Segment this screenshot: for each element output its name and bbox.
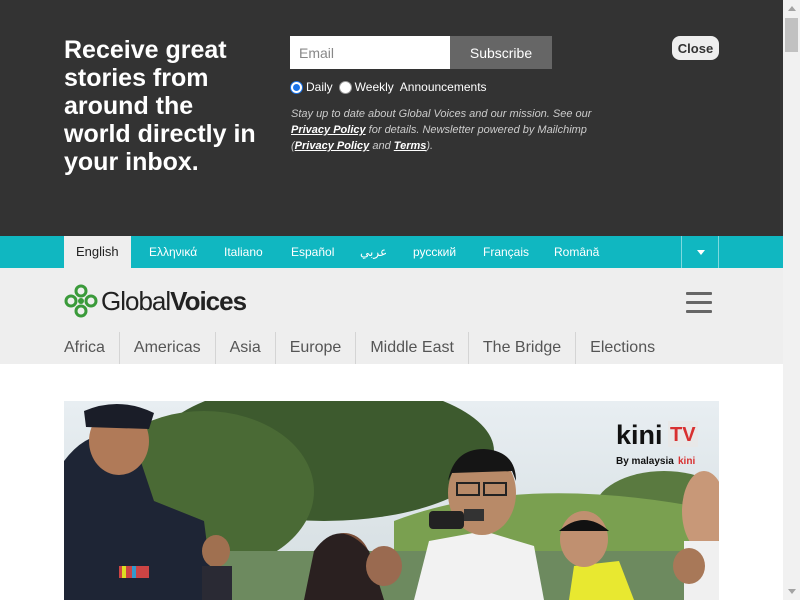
hero-image[interactable]: kini TV By malaysia kini (64, 401, 719, 600)
scrollbar-thumb[interactable] (785, 18, 798, 52)
lang-english[interactable]: English (64, 236, 131, 268)
global-voices-logo-icon (64, 284, 98, 318)
logo-wordmark: GlobalVoices (101, 285, 247, 317)
option-weekly[interactable]: Weekly (338, 80, 394, 94)
frequency-options: Daily Weekly Announcements (290, 80, 493, 94)
daily-label: Daily (306, 80, 333, 94)
region-elections[interactable]: Elections (575, 332, 669, 364)
vertical-scrollbar[interactable] (783, 0, 800, 600)
lang-spanish[interactable]: Español (291, 236, 334, 268)
weekly-label: Weekly (354, 80, 394, 94)
region-the-bridge[interactable]: The Bridge (467, 332, 575, 364)
logo-global: Global (101, 285, 171, 316)
watermark-tv: TV (670, 424, 696, 446)
fine-print-paren-close: ). (426, 140, 434, 152)
language-dropdown-button[interactable] (681, 236, 719, 268)
region-nav: Africa Americas Asia Europe Middle East … (64, 332, 669, 364)
lang-romanian[interactable]: Română (554, 236, 599, 268)
fine-print-text-2: for details. Newsletter powered by Mailc… (368, 124, 587, 136)
menu-icon[interactable] (686, 292, 712, 314)
newsletter-fine-print: Stay up to date about Global Voices and … (291, 106, 621, 154)
lang-russian[interactable]: русский (413, 236, 456, 268)
lang-french[interactable]: Français (483, 236, 529, 268)
watermark-kini: kini (616, 420, 663, 450)
lang-italian[interactable]: Italiano (224, 236, 263, 268)
mailchimp-privacy-link[interactable]: Privacy Policy (295, 140, 370, 152)
fine-print-text-1: Stay up to date about Global Voices and … (291, 108, 592, 120)
subscribe-button[interactable]: Subscribe (450, 36, 552, 69)
newsletter-headline: Receive great stories from around the wo… (64, 36, 256, 176)
region-africa[interactable]: Africa (64, 332, 119, 364)
email-input[interactable] (290, 36, 450, 69)
scroll-up-icon[interactable] (783, 0, 800, 17)
watermark-by: By malaysia (616, 456, 674, 467)
close-button[interactable]: Close (672, 36, 719, 60)
scroll-down-icon[interactable] (783, 583, 800, 600)
terms-link[interactable]: Terms (394, 140, 427, 152)
announcements-label: Announcements (399, 80, 487, 94)
site-logo[interactable]: GlobalVoices (64, 284, 247, 318)
lang-greek[interactable]: Ελληνικά (149, 236, 197, 268)
region-middle-east[interactable]: Middle East (355, 332, 468, 364)
option-daily[interactable]: Daily (290, 80, 333, 94)
fine-print-and: and (372, 140, 391, 152)
daily-radio[interactable] (290, 80, 303, 94)
lang-arabic[interactable]: عربي (360, 236, 387, 268)
newsletter-banner: Receive great stories from around the wo… (0, 0, 783, 236)
newsletter-form: Subscribe (290, 36, 552, 69)
language-bar: English Ελληνικά Italiano Español عربي р… (0, 236, 783, 268)
watermark-kini-red: kini (678, 456, 695, 467)
privacy-policy-link[interactable]: Privacy Policy (291, 124, 366, 136)
hero-photo: kini TV By malaysia kini (64, 401, 719, 600)
site-header: GlobalVoices Africa Americas Asia Europe… (0, 268, 783, 364)
logo-voices: Voices (170, 285, 247, 316)
region-americas[interactable]: Americas (118, 332, 215, 364)
region-europe[interactable]: Europe (274, 332, 356, 364)
region-asia[interactable]: Asia (214, 332, 275, 364)
weekly-radio[interactable] (338, 80, 352, 94)
